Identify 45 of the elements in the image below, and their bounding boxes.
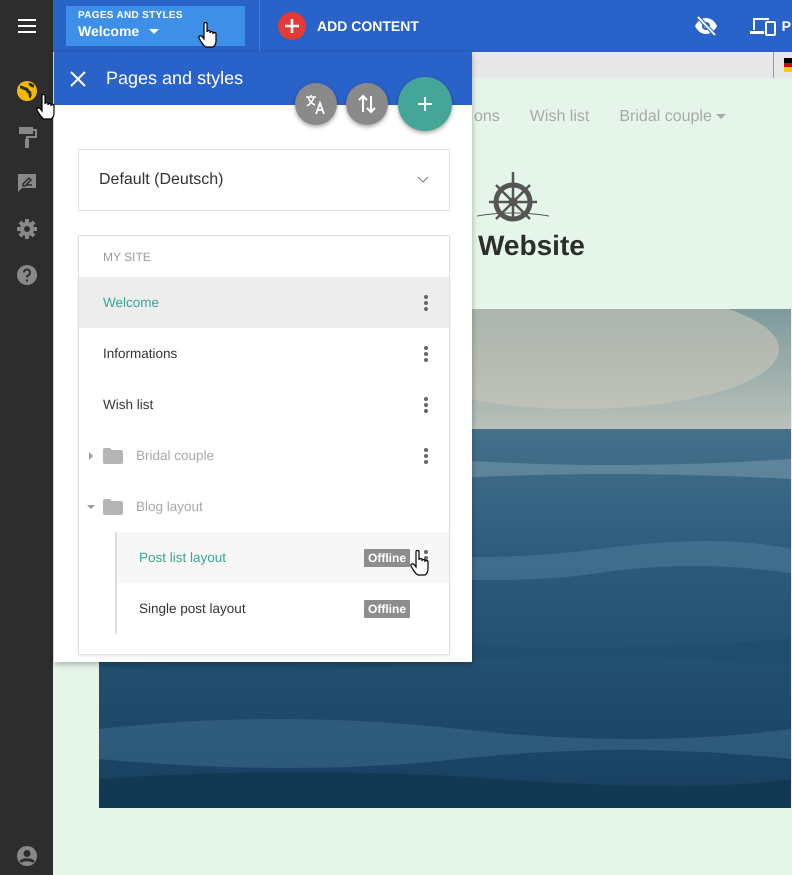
close-icon[interactable] <box>70 70 86 86</box>
caret-icon <box>149 29 160 36</box>
hand-cursor-icon <box>198 22 218 48</box>
ship-wheel-logo <box>477 170 549 222</box>
tree-item[interactable]: Wish list <box>79 379 449 430</box>
plus-icon <box>416 95 434 113</box>
tree-item[interactable]: Bridal couple <box>79 430 449 481</box>
chevron-down-icon <box>417 176 429 184</box>
menu-icon[interactable] <box>18 19 36 33</box>
pages-and-styles-button[interactable]: PAGES AND STYLES Welcome <box>66 6 245 46</box>
panel-title: Pages and styles <box>106 68 244 89</box>
tree-item[interactable]: Single post layout Offline <box>117 583 449 634</box>
folder-icon <box>103 498 123 514</box>
translate-button[interactable] <box>295 83 337 125</box>
hand-cursor-icon <box>410 550 430 576</box>
nav-link[interactable]: ons <box>474 107 500 127</box>
nav-link[interactable]: Wish list <box>530 107 590 127</box>
devices-button[interactable]: P <box>750 16 791 36</box>
tree-item[interactable]: Informations <box>79 328 449 379</box>
flag-icon[interactable] <box>784 58 792 72</box>
tree-heading: MY SITE <box>102 248 152 266</box>
eye-slash-icon[interactable] <box>694 16 718 36</box>
caret-down-icon[interactable] <box>87 502 95 510</box>
account-icon[interactable] <box>16 845 38 867</box>
tree-item[interactable]: Post list layout Offline <box>117 532 449 583</box>
tree-item[interactable]: Welcome <box>79 277 449 328</box>
comment-edit-icon[interactable] <box>16 172 38 194</box>
settings-icon[interactable] <box>16 218 38 240</box>
sort-icon <box>358 94 376 114</box>
language-select[interactable]: Default (Deutsch) <box>78 149 450 211</box>
nav-link[interactable]: Bridal couple <box>619 107 726 127</box>
globe-icon[interactable] <box>16 80 38 102</box>
caret-icon <box>716 114 726 120</box>
translate-icon <box>305 93 327 115</box>
status-badge: Offline <box>364 600 410 618</box>
plus-icon <box>278 12 306 40</box>
tree-item[interactable]: Blog layout <box>79 481 449 532</box>
status-badge: Offline <box>364 548 410 566</box>
add-content-button[interactable]: ADD CONTENT <box>278 12 419 40</box>
site-title: Website <box>478 230 586 262</box>
add-page-button[interactable] <box>398 77 452 131</box>
help-icon[interactable] <box>16 264 38 286</box>
folder-icon <box>103 448 123 464</box>
sort-button[interactable] <box>346 83 388 125</box>
caret-right-icon[interactable] <box>87 452 95 460</box>
